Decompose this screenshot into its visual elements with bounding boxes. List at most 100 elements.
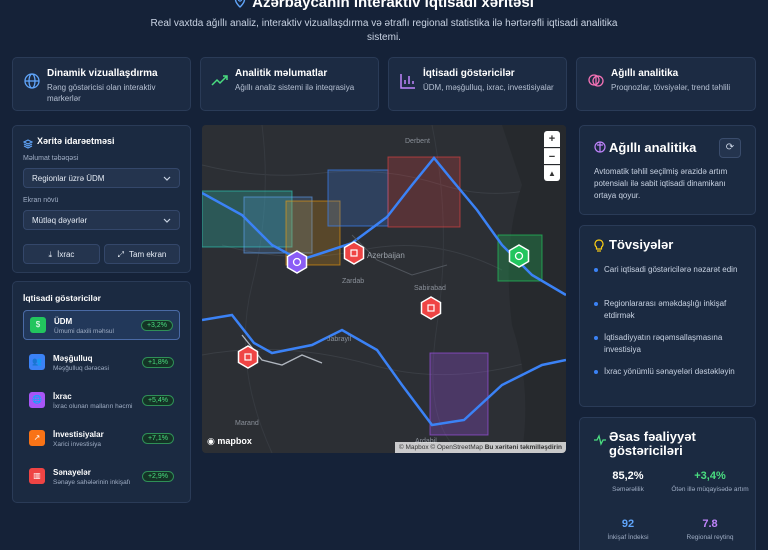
indicator-icon: ↗	[29, 430, 45, 446]
compass-button[interactable]: ▲	[544, 165, 560, 181]
attribution-text: © Mapbox © OpenStreetMap	[398, 444, 483, 451]
recommendations-panel: Tövsiyələr Cari iqtisadi göstəricilərə n…	[579, 225, 756, 407]
indicator-item[interactable]: $ ÜDM Ümumi daxili məhsul +3,2%	[23, 310, 180, 340]
brain-icon	[594, 140, 606, 159]
indicator-sub: Xarici investisiya	[53, 441, 102, 448]
lightbulb-icon	[594, 239, 604, 258]
stat-value: 85,2%	[612, 470, 644, 482]
stat-growth: +3,4% Ötən illə müqayisədə artım	[668, 470, 752, 494]
marker-red[interactable]	[237, 345, 259, 369]
indicator-sub: İxrac olunan malların həcmi	[53, 403, 133, 410]
map-label-jabrayil: Jabrayil	[327, 336, 352, 343]
mapbox-logo-text: mapbox	[217, 436, 252, 446]
indicator-item[interactable]: 🌐 İxrac İxrac olunan malların həcmi +5,4%	[23, 386, 180, 416]
panel-title: İqtisadi göstəricilər	[23, 293, 101, 303]
zoom-out-button[interactable]: −	[544, 148, 560, 164]
activity-panel: Əsas fəaliyyət göstəriciləri 85,2% Səmər…	[579, 417, 756, 550]
feature-desc: Rəng göstəricisi olan interaktiv markerl…	[47, 83, 156, 103]
feature-card-smart-analytics: Ağıllı analitika Proqnozlar, tövsiyələr,…	[576, 57, 756, 111]
layers-icon	[22, 136, 34, 154]
layer-select[interactable]: Regionlar üzrə ÜDM	[23, 168, 180, 188]
stat-value: 7.8	[702, 518, 718, 530]
download-icon: ⤓	[48, 250, 53, 259]
stat-value: 92	[621, 518, 635, 530]
refresh-button[interactable]: ⟳	[719, 138, 741, 158]
brain-icon	[587, 72, 605, 90]
marker-green[interactable]	[508, 244, 530, 268]
feature-desc: Ağıllı analiz sistemi ilə inteqrasiya	[235, 83, 355, 92]
map-canvas[interactable]: Derbent Azerbaijan Sabirabad Zardab Jabr…	[202, 125, 566, 453]
indicator-name: İnvestisiyalar	[53, 430, 104, 439]
recommendation-item: Regionlararası əməkdaşlığı inkişaf etdir…	[594, 298, 744, 322]
zoom-in-button[interactable]: +	[544, 131, 560, 147]
stat-label: İnkişaf İndeksi	[607, 534, 649, 541]
indicator-icon: 👥	[29, 354, 45, 370]
map-label-derbent: Derbent	[405, 138, 430, 145]
recommendation-item: İxrac yönümlü sənayeləri dəstəkləyin	[594, 366, 744, 378]
indicator-sub: Məşğulluq dərəcəsi	[53, 365, 110, 372]
map-label-marand: Marand	[235, 420, 259, 427]
indicator-item[interactable]: ↗ İnvestisiyalar Xarici investisiya +7,1%	[23, 424, 180, 454]
chevron-down-icon	[163, 217, 171, 226]
marker-purple[interactable]	[286, 250, 308, 274]
page-title: Azərbaycanın interaktiv iqtisadi xəritəs…	[0, 0, 768, 12]
feature-title: Analitik məlumatlar	[235, 68, 328, 79]
recommendations-title: Tövsiyələr	[609, 237, 674, 252]
stat-label: Ötən illə müqayisədə artım	[671, 486, 749, 493]
indicator-icon: $	[30, 317, 46, 333]
page-title-text: Azərbaycanın interaktiv iqtisadi xəritəs…	[252, 0, 534, 11]
indicator-name: ÜDM	[54, 317, 73, 326]
mapbox-icon: ◉	[207, 436, 218, 446]
stat-label: Səmərəlilik	[612, 486, 644, 493]
stat-efficiency: 85,2% Səmərəlilik	[586, 470, 670, 494]
map-label-zardab: Zardab	[342, 278, 364, 285]
feature-title: Dinamik vizuallaşdırma	[47, 68, 158, 79]
indicator-item[interactable]: 👥 Məşğulluq Məşğulluq dərəcəsi +1,8%	[23, 348, 180, 378]
indicator-sub: Sənaye sahələrinin inkişafı	[53, 479, 131, 486]
marker-red[interactable]	[343, 241, 365, 265]
region-overlay[interactable]	[327, 169, 389, 227]
indicator-change-badge: +5,4%	[141, 395, 174, 406]
marker-red[interactable]	[420, 296, 442, 320]
trend-icon	[211, 72, 229, 90]
export-label: İxrac	[57, 250, 75, 259]
mode-select[interactable]: Mütləq dəyərlər	[23, 210, 180, 230]
page-subtitle: Real vaxtda ağıllı analiz, interaktiv vi…	[150, 18, 618, 43]
improve-map-link[interactable]: Bu xəritəni təkmilləşdirin	[485, 444, 562, 451]
indicator-change-badge: +7,1%	[141, 433, 174, 444]
region-overlay[interactable]	[387, 156, 461, 228]
layer-select-value: Regionlar üzrə ÜDM	[32, 174, 105, 183]
indicator-change-badge: +1,8%	[141, 357, 174, 368]
globe-icon	[23, 72, 41, 90]
indicator-item[interactable]: ▥ Sənayelər Sənaye sahələrinin inkişafı +2,…	[23, 462, 180, 492]
map-view[interactable]: Derbent Azerbaijan Sabirabad Zardab Jabr…	[202, 125, 566, 453]
map-attribution: © Mapbox © OpenStreetMap Bu xəritəni tək…	[394, 442, 566, 453]
fullscreen-button[interactable]: ⤢ Tam ekran	[104, 244, 180, 264]
indicator-icon: 🌐	[29, 392, 45, 408]
map-pin-icon	[234, 0, 246, 12]
activity-title: Əsas fəaliyyət göstəriciləri	[609, 429, 696, 458]
feature-title: Ağıllı analitika	[611, 68, 679, 79]
smart-title: Ağıllı analitika	[609, 140, 697, 155]
feature-card-indicators: İqtisadi göstəricilər ÜDM, məşğulluq, ix…	[388, 57, 567, 111]
stat-regional-rating: 7.8 Regional reytinq	[668, 518, 752, 542]
panel-title: Xəritə idarəetməsi	[37, 136, 115, 146]
indicator-name: Məşğulluq	[53, 354, 93, 363]
bar-chart-icon	[399, 72, 417, 90]
mode-select-value: Mütləq dəyərlər	[32, 216, 88, 225]
export-button[interactable]: ⤓ İxrac	[23, 244, 100, 264]
feature-title: İqtisadi göstəricilər	[423, 68, 515, 79]
layer-label: Məlumat təbəqəsi	[23, 155, 79, 162]
feature-desc: Proqnozlar, tövsiyələr, trend təhlili	[611, 83, 731, 92]
recommendation-item: İqtisadiyyatın rəqəmsallaşmasına investi…	[594, 332, 744, 356]
mode-label: Ekran növü	[23, 197, 59, 204]
pulse-icon	[594, 433, 606, 451]
indicator-name: İxrac	[53, 392, 72, 401]
indicator-change-badge: +3,2%	[140, 320, 173, 331]
mapbox-logo: ◉ mapbox	[207, 436, 252, 447]
indicators-panel: İqtisadi göstəricilər $ ÜDM Ümumi daxili m…	[12, 281, 191, 503]
smart-analytics-panel: Ağıllı analitika ⟳ Avtomatik təhlil seçi…	[579, 125, 756, 215]
indicator-sub: Ümumi daxili məhsul	[54, 328, 114, 335]
fullscreen-label: Tam ekran	[129, 250, 167, 259]
stat-development-index: 92 İnkişaf İndeksi	[586, 518, 670, 542]
